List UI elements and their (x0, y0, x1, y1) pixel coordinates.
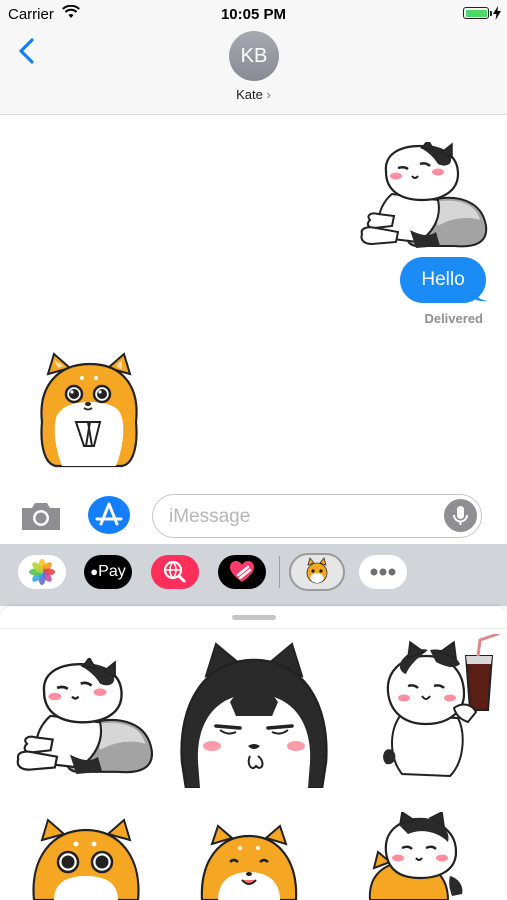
microphone-icon (453, 506, 468, 525)
apple-pay-label: Pay (98, 563, 126, 580)
battery-icon (463, 7, 492, 19)
contact-name-button[interactable]: Kate › (0, 87, 507, 102)
ellipsis-icon (370, 568, 396, 576)
delivery-status: Delivered (424, 311, 483, 326)
apple-pay-button[interactable]: ●Pay (84, 555, 132, 589)
photos-app-button[interactable] (18, 555, 66, 589)
contact-name: Kate (236, 87, 263, 102)
husky-lounging-sticker[interactable] (358, 142, 490, 250)
more-apps-button[interactable] (359, 555, 407, 589)
back-chevron-icon[interactable] (14, 36, 40, 66)
app-store-icon[interactable] (87, 495, 131, 535)
status-bar: Carrier 10:05 PM (0, 0, 507, 28)
sticker-drawer (0, 606, 507, 900)
message-input[interactable] (152, 494, 482, 538)
avatar[interactable]: KB (229, 31, 279, 81)
shiba-stare-sticker[interactable] (30, 818, 142, 900)
drawer-grabber[interactable] (232, 615, 276, 620)
contact-chevron-icon: › (266, 87, 271, 102)
sent-message-bubble[interactable]: Hello (400, 257, 486, 303)
shiba-smile-sticker[interactable] (200, 824, 298, 900)
husky-lounging-sticker[interactable] (14, 658, 156, 778)
status-time: 10:05 PM (220, 6, 287, 23)
camera-icon[interactable] (20, 500, 62, 532)
message-field[interactable] (167, 495, 441, 538)
apple-logo-icon: ● (90, 564, 99, 579)
globe-search-icon (163, 560, 186, 583)
image-search-app-button[interactable] (151, 555, 199, 589)
sticker-app-button[interactable] (289, 553, 345, 591)
husky-shiba-hug-sticker[interactable] (356, 812, 472, 900)
charging-bolt-icon (493, 6, 501, 20)
husky-drink-sticker[interactable] (380, 634, 500, 784)
drawer-divider (0, 628, 507, 629)
conversation-header: KB Kate › (0, 28, 507, 115)
husky-face-sticker[interactable] (176, 642, 332, 788)
microphone-button[interactable] (444, 499, 477, 532)
shiba-pleading-sticker[interactable] (36, 352, 142, 468)
tray-divider (279, 556, 280, 588)
heart-icon (230, 561, 254, 582)
photos-icon (29, 559, 55, 585)
app-drawer-tray: ●Pay (0, 544, 507, 606)
digital-touch-app-button[interactable] (218, 555, 266, 589)
shiba-sticker-app-icon (306, 557, 328, 584)
